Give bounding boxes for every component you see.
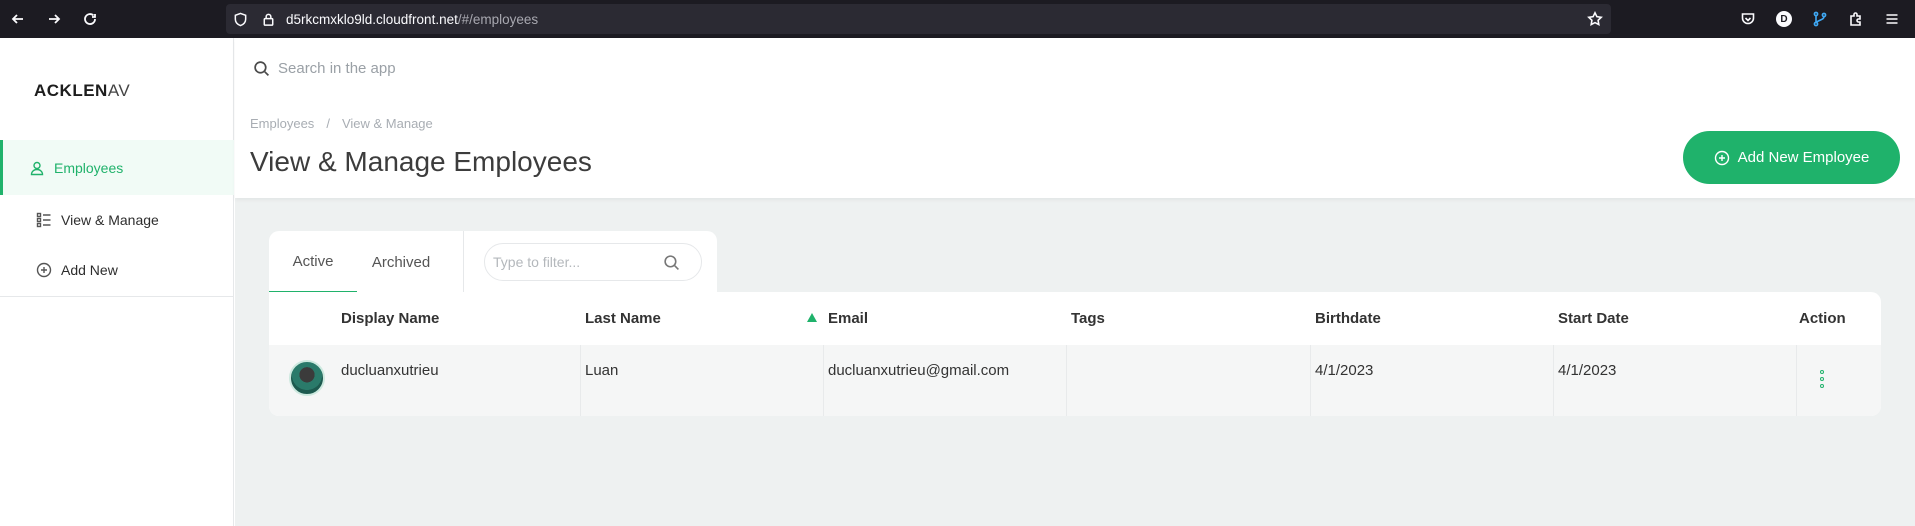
breadcrumb: Employees / View & Manage xyxy=(250,116,433,131)
plus-circle-icon xyxy=(36,262,52,278)
filter-input[interactable] xyxy=(493,254,663,270)
search-input[interactable] xyxy=(278,60,678,77)
hamburger-icon xyxy=(1886,14,1898,24)
column-header-email[interactable]: Email xyxy=(828,310,868,327)
column-header-start-date[interactable]: Start Date xyxy=(1558,310,1629,327)
sidebar-item-employees[interactable]: Employees xyxy=(0,140,234,195)
cell-birthdate: 4/1/2023 xyxy=(1315,362,1374,379)
search-icon[interactable] xyxy=(663,254,680,271)
column-header-display-name[interactable]: Display Name xyxy=(341,310,439,327)
employee-avatar xyxy=(289,360,325,396)
breadcrumb-separator: / xyxy=(326,116,330,131)
sidebar-divider xyxy=(0,296,234,297)
employees-table: Display Name Last Name Email Tags Birthd… xyxy=(269,292,1881,416)
back-button[interactable] xyxy=(0,0,36,38)
address-bar[interactable]: d5rkcmxklo9ld.cloudfront.net/#/employees xyxy=(226,4,1611,34)
column-divider xyxy=(1553,345,1554,416)
column-header-tags[interactable]: Tags xyxy=(1071,310,1105,327)
reload-button[interactable] xyxy=(72,0,108,38)
menu-button[interactable] xyxy=(1874,0,1910,38)
column-header-last-name[interactable]: Last Name xyxy=(585,310,661,327)
sidebar-item-view-manage[interactable]: View & Manage xyxy=(0,195,234,245)
cell-display-name: ducluanxutrieu xyxy=(341,362,439,379)
extension-button[interactable] xyxy=(1802,0,1838,38)
lock-icon[interactable] xyxy=(254,4,282,34)
column-divider xyxy=(1796,345,1797,416)
browser-tools: D xyxy=(1730,0,1910,38)
column-header-birthdate[interactable]: Birthdate xyxy=(1315,310,1381,327)
column-divider xyxy=(823,345,824,416)
filter-box xyxy=(484,243,702,281)
tab-active[interactable]: Active xyxy=(269,231,357,293)
sidebar-item-add-new[interactable]: Add New xyxy=(0,245,234,295)
sidebar-item-label: Employees xyxy=(54,159,124,176)
column-divider xyxy=(580,345,581,416)
browser-toolbar: d5rkcmxklo9ld.cloudfront.net/#/employees… xyxy=(0,0,1915,38)
table-row[interactable]: ducluanxutrieu Luan ducluanxutrieu@gmail… xyxy=(269,345,1881,416)
pocket-icon xyxy=(1741,13,1755,25)
arrow-right-icon xyxy=(49,14,61,24)
table-header: Display Name Last Name Email Tags Birthd… xyxy=(269,292,1881,345)
tracking-shield-icon[interactable] xyxy=(226,4,254,34)
app-logo[interactable]: ACKLENAV xyxy=(34,81,130,101)
account-button[interactable]: D xyxy=(1766,0,1802,38)
tab-divider xyxy=(463,231,464,293)
extensions-button[interactable] xyxy=(1838,0,1874,38)
plus-circle-icon xyxy=(1714,150,1729,165)
app-search xyxy=(253,60,678,77)
tab-archived[interactable]: Archived xyxy=(357,231,445,293)
reload-icon xyxy=(84,13,96,25)
cell-start-date: 4/1/2023 xyxy=(1558,362,1617,379)
add-button-label: Add New Employee xyxy=(1737,149,1870,166)
bookmark-star-icon[interactable] xyxy=(1587,10,1603,32)
page-title: View & Manage Employees xyxy=(250,146,592,177)
sidebar-nav: Employees View & Manage Add New xyxy=(0,140,234,295)
column-divider xyxy=(1066,345,1067,416)
arrow-left-icon xyxy=(11,14,23,24)
profile-avatar: D xyxy=(1776,11,1792,27)
sidebar: ACKLENAV Employees View & Manage Add New xyxy=(0,38,234,526)
sort-ascending-icon[interactable] xyxy=(807,313,817,322)
user-icon xyxy=(30,161,44,175)
puzzle-icon xyxy=(1850,12,1861,26)
sidebar-item-label: View & Manage xyxy=(61,212,159,228)
column-header-action: Action xyxy=(1799,310,1846,327)
pocket-button[interactable] xyxy=(1730,0,1766,38)
breadcrumb-view-manage[interactable]: View & Manage xyxy=(342,116,433,131)
page-header: Employees / View & Manage View & Manage … xyxy=(235,38,1915,198)
main-content: Employees / View & Manage View & Manage … xyxy=(235,38,1915,526)
search-icon xyxy=(254,61,270,77)
breadcrumb-employees[interactable]: Employees xyxy=(250,116,314,131)
row-actions-kebab-icon[interactable] xyxy=(1818,370,1826,388)
add-new-employee-button[interactable]: Add New Employee xyxy=(1683,131,1900,184)
list-icon xyxy=(36,212,51,228)
cell-email: ducluanxutrieu@gmail.com xyxy=(828,362,1010,379)
tabs-bar: Active Archived xyxy=(269,231,717,293)
sidebar-item-label: Add New xyxy=(61,262,118,278)
branch-icon xyxy=(1813,11,1827,27)
forward-button[interactable] xyxy=(36,0,72,38)
column-divider xyxy=(1310,345,1311,416)
cell-last-name: Luan xyxy=(585,362,619,379)
url-text: d5rkcmxklo9ld.cloudfront.net/#/employees xyxy=(286,11,539,27)
